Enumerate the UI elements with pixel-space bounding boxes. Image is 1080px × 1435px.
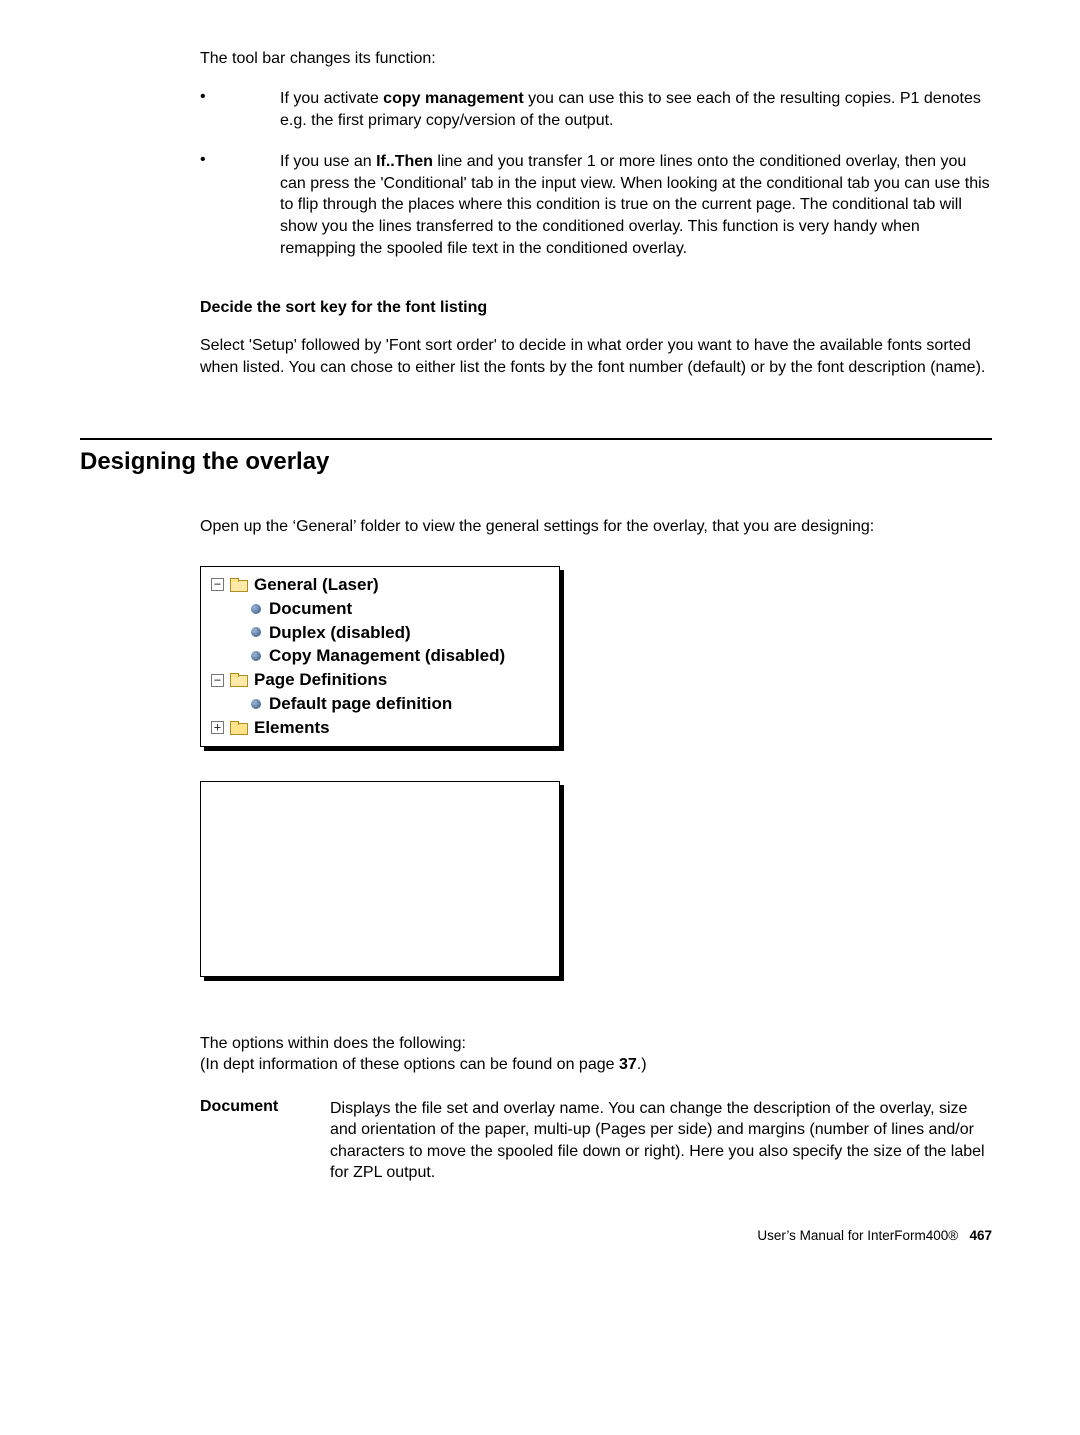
page-number: 467 — [969, 1228, 992, 1243]
collapse-icon[interactable]: − — [211, 578, 224, 591]
tree-label: General (Laser) — [254, 573, 379, 597]
bullet-marker: • — [200, 88, 280, 131]
options-intro-line2-post: .) — [637, 1056, 647, 1073]
collapse-icon[interactable]: − — [211, 674, 224, 687]
definition-term: Document — [200, 1098, 330, 1184]
section-divider — [80, 438, 992, 440]
bullet-pre: If you activate — [280, 90, 383, 107]
tree-node-elements[interactable]: + Elements — [205, 716, 555, 740]
intro-text: The tool bar changes its function: — [200, 50, 992, 68]
sort-key-body: Select 'Setup' followed by 'Font sort or… — [200, 335, 992, 378]
node-icon — [251, 604, 261, 614]
tree-label: Page Definitions — [254, 668, 387, 692]
tree-node-general[interactable]: − General (Laser) — [205, 573, 555, 597]
bullet-text: If you use an If..Then line and you tran… — [280, 151, 992, 259]
bullet-bold: If..Then — [376, 153, 433, 170]
section-title: Designing the overlay — [80, 448, 992, 476]
options-intro-line2-pre: (In dept information of these options ca… — [200, 1056, 619, 1073]
tree-label: Default page definition — [269, 692, 452, 716]
node-icon — [251, 627, 261, 637]
options-intro: The options within does the following: (… — [200, 1033, 992, 1076]
bullet-pre: If you use an — [280, 153, 376, 170]
tree-node-duplex[interactable]: Duplex (disabled) — [205, 621, 555, 645]
tree-node-page-definitions[interactable]: − Page Definitions — [205, 668, 555, 692]
tree-node-document[interactable]: Document — [205, 597, 555, 621]
bullet-bold: copy management — [383, 90, 523, 107]
page-footer: User’s Manual for InterForm400® 467 — [80, 1228, 992, 1243]
bullet-text: If you activate copy management you can … — [280, 88, 992, 131]
tree-label: Copy Management (disabled) — [269, 644, 505, 668]
tree-label: Document — [269, 597, 352, 621]
definition-row: Document Displays the file set and overl… — [200, 1098, 992, 1184]
footer-text: User’s Manual for InterForm400® — [757, 1228, 958, 1243]
tree-view: − General (Laser) Document Duplex (disab… — [200, 566, 560, 747]
node-icon — [251, 699, 261, 709]
node-icon — [251, 651, 261, 661]
tree-node-default-page-definition[interactable]: Default page definition — [205, 692, 555, 716]
expand-icon[interactable]: + — [211, 721, 224, 734]
bullet-marker: • — [200, 151, 280, 259]
bullet-item: • If you activate copy management you ca… — [200, 88, 992, 131]
design-intro: Open up the ‘General’ folder to view the… — [200, 516, 992, 538]
subheading-sort-key: Decide the sort key for the font listing — [200, 299, 992, 317]
options-intro-line1: The options within does the following: — [200, 1035, 466, 1052]
tree-node-copy-management[interactable]: Copy Management (disabled) — [205, 644, 555, 668]
folder-open-icon — [230, 673, 248, 687]
definition-description: Displays the file set and overlay name. … — [330, 1098, 992, 1184]
options-intro-page-ref: 37 — [619, 1056, 637, 1073]
folder-open-icon — [230, 578, 248, 592]
empty-panel — [200, 781, 560, 977]
folder-closed-icon — [230, 721, 248, 735]
bullet-item: • If you use an If..Then line and you tr… — [200, 151, 992, 259]
tree-label: Elements — [254, 716, 330, 740]
tree-label: Duplex (disabled) — [269, 621, 411, 645]
